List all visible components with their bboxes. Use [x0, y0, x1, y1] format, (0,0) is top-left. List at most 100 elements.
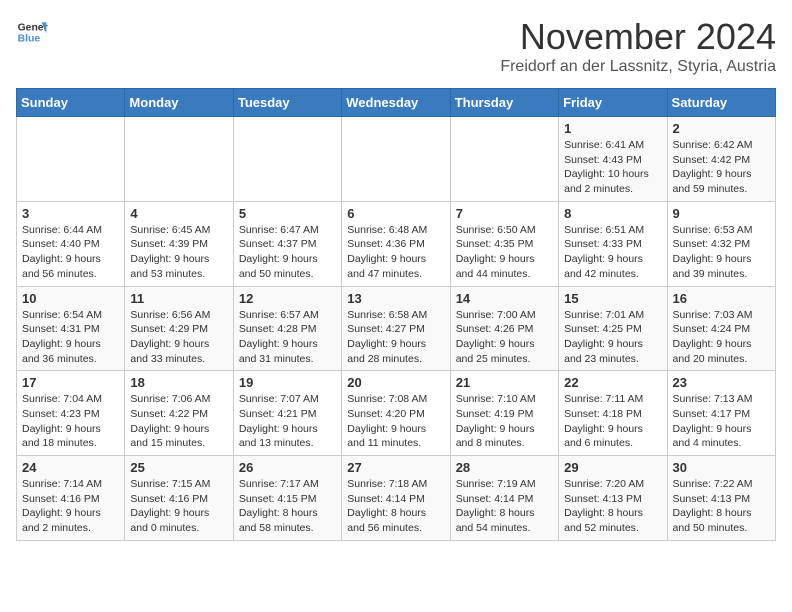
day-info: Sunrise: 7:08 AM Sunset: 4:20 PM Dayligh… [347, 392, 444, 451]
calendar-cell: 22 Sunrise: 7:11 AM Sunset: 4:18 PM Dayli… [559, 371, 667, 456]
day-info: Sunrise: 6:41 AM Sunset: 4:43 PM Dayligh… [564, 138, 661, 197]
day-number: 19 [239, 375, 336, 390]
day-number: 21 [456, 375, 553, 390]
day-info: Sunrise: 7:03 AM Sunset: 4:24 PM Dayligh… [673, 308, 770, 367]
calendar-cell: 1 Sunrise: 6:41 AM Sunset: 4:43 PM Daylig… [559, 117, 667, 202]
day-info: Sunrise: 7:11 AM Sunset: 4:18 PM Dayligh… [564, 392, 661, 451]
day-header-saturday: Saturday [667, 89, 775, 117]
svg-text:Blue: Blue [18, 34, 41, 45]
week-row-2: 3Sunrise: 6:44 AM Sunset: 4:40 PM Daylig… [17, 201, 776, 286]
day-number: 12 [239, 291, 336, 306]
calendar-cell: 25 Sunrise: 7:15 AM Sunset: 4:16 PM Dayli… [125, 456, 233, 541]
calendar-cell: 26 Sunrise: 7:17 AM Sunset: 4:15 PM Dayli… [233, 456, 341, 541]
day-header-tuesday: Tuesday [233, 89, 341, 117]
day-info: Sunrise: 7:01 AM Sunset: 4:25 PM Dayligh… [564, 308, 661, 367]
day-number: 18 [130, 375, 227, 390]
calendar-cell: 12 Sunrise: 6:57 AM Sunset: 4:28 PM Dayli… [233, 286, 341, 371]
calendar-cell: 30 Sunrise: 7:22 AM Sunset: 4:13 PM Dayli… [667, 456, 775, 541]
day-number: 7 [456, 206, 553, 221]
day-number: 28 [456, 460, 553, 475]
day-info: Sunrise: 6:48 AM Sunset: 4:36 PM Dayligh… [347, 223, 444, 282]
day-number: 17 [22, 375, 119, 390]
day-info: Sunrise: 7:17 AM Sunset: 4:15 PM Dayligh… [239, 477, 336, 536]
day-info: Sunrise: 6:54 AM Sunset: 4:31 PM Dayligh… [22, 308, 119, 367]
day-info: Sunrise: 6:58 AM Sunset: 4:27 PM Dayligh… [347, 308, 444, 367]
header: General Blue November 2024 Freidorf an d… [16, 16, 776, 76]
day-number: 9 [673, 206, 770, 221]
day-number: 25 [130, 460, 227, 475]
calendar-cell: 19 Sunrise: 7:07 AM Sunset: 4:21 PM Dayli… [233, 371, 341, 456]
day-info: Sunrise: 6:51 AM Sunset: 4:33 PM Dayligh… [564, 223, 661, 282]
day-info: Sunrise: 6:56 AM Sunset: 4:29 PM Dayligh… [130, 308, 227, 367]
day-header-thursday: Thursday [450, 89, 558, 117]
day-info: Sunrise: 7:13 AM Sunset: 4:17 PM Dayligh… [673, 392, 770, 451]
day-info: Sunrise: 7:06 AM Sunset: 4:22 PM Dayligh… [130, 392, 227, 451]
day-number: 23 [673, 375, 770, 390]
day-header-wednesday: Wednesday [342, 89, 450, 117]
day-number: 22 [564, 375, 661, 390]
calendar-cell: 11 Sunrise: 6:56 AM Sunset: 4:29 PM Dayli… [125, 286, 233, 371]
calendar-cell: 15 Sunrise: 7:01 AM Sunset: 4:25 PM Dayli… [559, 286, 667, 371]
day-info: Sunrise: 7:18 AM Sunset: 4:14 PM Dayligh… [347, 477, 444, 536]
day-info: Sunrise: 7:14 AM Sunset: 4:16 PM Dayligh… [22, 477, 119, 536]
day-info: Sunrise: 6:53 AM Sunset: 4:32 PM Dayligh… [673, 223, 770, 282]
day-info: Sunrise: 6:47 AM Sunset: 4:37 PM Dayligh… [239, 223, 336, 282]
day-number: 8 [564, 206, 661, 221]
day-info: Sunrise: 6:57 AM Sunset: 4:28 PM Dayligh… [239, 308, 336, 367]
calendar-cell: 23 Sunrise: 7:13 AM Sunset: 4:17 PM Dayli… [667, 371, 775, 456]
day-info: Sunrise: 6:42 AM Sunset: 4:42 PM Dayligh… [673, 138, 770, 197]
calendar-cell: 17 Sunrise: 7:04 AM Sunset: 4:23 PM Dayli… [17, 371, 125, 456]
day-info: Sunrise: 7:04 AM Sunset: 4:23 PM Dayligh… [22, 392, 119, 451]
day-number: 26 [239, 460, 336, 475]
day-number: 2 [673, 121, 770, 136]
calendar-cell [17, 117, 125, 202]
calendar-cell: 14 Sunrise: 7:00 AM Sunset: 4:26 PM Dayli… [450, 286, 558, 371]
calendar-cell: 13Sunrise: 6:58 AM Sunset: 4:27 PM Dayli… [342, 286, 450, 371]
day-info: Sunrise: 7:22 AM Sunset: 4:13 PM Dayligh… [673, 477, 770, 536]
day-number: 29 [564, 460, 661, 475]
calendar-cell: 10 Sunrise: 6:54 AM Sunset: 4:31 PM Dayli… [17, 286, 125, 371]
calendar-cell [450, 117, 558, 202]
calendar-cell: 29 Sunrise: 7:20 AM Sunset: 4:13 PM Dayli… [559, 456, 667, 541]
day-header-monday: Monday [125, 89, 233, 117]
day-number: 10 [22, 291, 119, 306]
calendar-cell: 24 Sunrise: 7:14 AM Sunset: 4:16 PM Dayli… [17, 456, 125, 541]
day-number: 16 [673, 291, 770, 306]
logo: General Blue [16, 16, 52, 48]
calendar-table: SundayMondayTuesdayWednesdayThursdayFrid… [16, 88, 776, 541]
day-number: 5 [239, 206, 336, 221]
day-number: 1 [564, 121, 661, 136]
day-info: Sunrise: 6:50 AM Sunset: 4:35 PM Dayligh… [456, 223, 553, 282]
week-row-3: 10 Sunrise: 6:54 AM Sunset: 4:31 PM Dayli… [17, 286, 776, 371]
day-info: Sunrise: 7:19 AM Sunset: 4:14 PM Dayligh… [456, 477, 553, 536]
day-number: 11 [130, 291, 227, 306]
calendar-cell: 21 Sunrise: 7:10 AM Sunset: 4:19 PM Dayli… [450, 371, 558, 456]
calendar-cell: 18 Sunrise: 7:06 AM Sunset: 4:22 PM Dayli… [125, 371, 233, 456]
calendar-cell: 9 Sunrise: 6:53 AM Sunset: 4:32 PM Daylig… [667, 201, 775, 286]
calendar-cell: 7 Sunrise: 6:50 AM Sunset: 4:35 PM Daylig… [450, 201, 558, 286]
calendar-cell: 4Sunrise: 6:45 AM Sunset: 4:39 PM Daylig… [125, 201, 233, 286]
title-section: November 2024 Freidorf an der Lassnitz, … [500, 16, 776, 76]
month-title: November 2024 [500, 16, 776, 58]
calendar-cell: 28 Sunrise: 7:19 AM Sunset: 4:14 PM Dayli… [450, 456, 558, 541]
day-header-sunday: Sunday [17, 89, 125, 117]
calendar-cell: 3Sunrise: 6:44 AM Sunset: 4:40 PM Daylig… [17, 201, 125, 286]
location-subtitle: Freidorf an der Lassnitz, Styria, Austri… [500, 58, 776, 76]
calendar-cell [233, 117, 341, 202]
day-number: 20 [347, 375, 444, 390]
day-number: 24 [22, 460, 119, 475]
day-info: Sunrise: 7:00 AM Sunset: 4:26 PM Dayligh… [456, 308, 553, 367]
day-number: 14 [456, 291, 553, 306]
logo-icon: General Blue [16, 16, 48, 48]
day-info: Sunrise: 7:20 AM Sunset: 4:13 PM Dayligh… [564, 477, 661, 536]
day-info: Sunrise: 7:10 AM Sunset: 4:19 PM Dayligh… [456, 392, 553, 451]
day-number: 30 [673, 460, 770, 475]
day-info: Sunrise: 7:15 AM Sunset: 4:16 PM Dayligh… [130, 477, 227, 536]
day-info: Sunrise: 7:07 AM Sunset: 4:21 PM Dayligh… [239, 392, 336, 451]
calendar-cell: 6Sunrise: 6:48 AM Sunset: 4:36 PM Daylig… [342, 201, 450, 286]
week-row-5: 24 Sunrise: 7:14 AM Sunset: 4:16 PM Dayli… [17, 456, 776, 541]
calendar-cell: 2 Sunrise: 6:42 AM Sunset: 4:42 PM Daylig… [667, 117, 775, 202]
calendar-cell [342, 117, 450, 202]
day-number: 15 [564, 291, 661, 306]
day-number: 3 [22, 206, 119, 221]
